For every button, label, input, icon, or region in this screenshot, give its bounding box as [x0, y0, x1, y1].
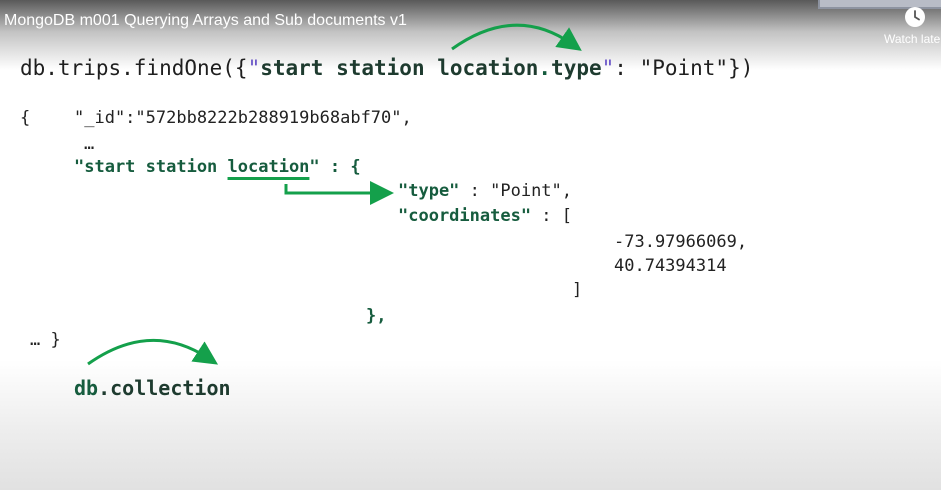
top-curved-arrow	[451, 23, 582, 51]
db-collection-curved-arrow	[87, 339, 219, 366]
annotation-overlay	[87, 23, 582, 366]
location-to-type-arrow	[284, 181, 394, 205]
